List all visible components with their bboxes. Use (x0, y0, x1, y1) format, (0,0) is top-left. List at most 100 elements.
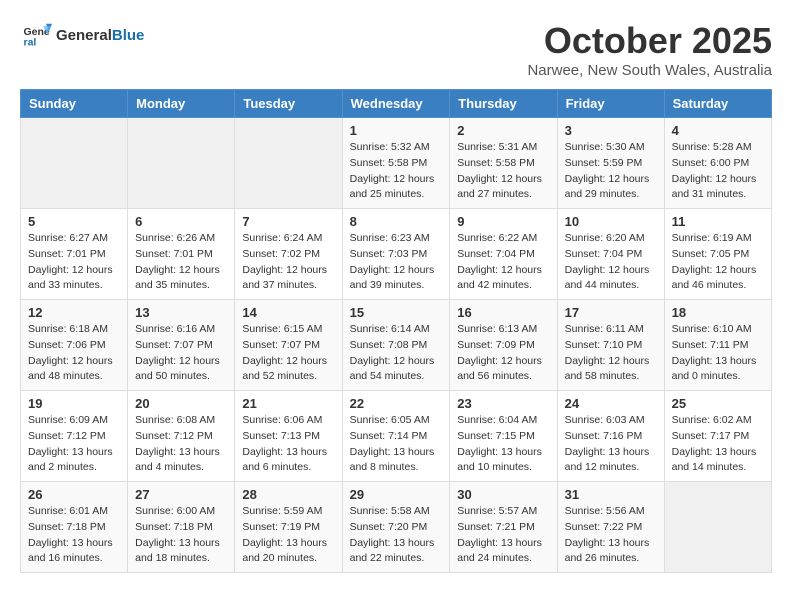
calendar-day-cell: 6 Sunrise: 6:26 AM Sunset: 7:01 PM Daylig… (128, 209, 235, 300)
day-number: 13 (135, 305, 227, 320)
day-info: Sunrise: 5:57 AM Sunset: 7:21 PM Dayligh… (457, 504, 549, 567)
calendar-day-cell: 18 Sunrise: 6:10 AM Sunset: 7:11 PM Dayli… (664, 300, 771, 391)
day-number: 25 (672, 396, 764, 411)
day-info: Sunrise: 6:18 AM Sunset: 7:06 PM Dayligh… (28, 322, 120, 385)
logo-icon: Gene ral (22, 20, 52, 50)
day-info: Sunrise: 5:32 AM Sunset: 5:58 PM Dayligh… (350, 140, 443, 203)
calendar-week-row: 12 Sunrise: 6:18 AM Sunset: 7:06 PM Dayli… (21, 300, 772, 391)
day-info: Sunrise: 6:15 AM Sunset: 7:07 PM Dayligh… (242, 322, 334, 385)
calendar-day-cell: 4Sunrise: 5:28 AM Sunset: 6:00 PM Daylig… (664, 118, 771, 209)
calendar-day-cell: 20Sunrise: 6:08 AM Sunset: 7:12 PM Dayli… (128, 391, 235, 482)
calendar-day-cell: 8 Sunrise: 6:23 AM Sunset: 7:03 PM Daylig… (342, 209, 450, 300)
calendar-week-row: 1 Sunrise: 5:32 AM Sunset: 5:58 PM Daylig… (21, 118, 772, 209)
day-of-week-header: Saturday (664, 90, 771, 118)
day-number: 31 (565, 487, 657, 502)
day-number: 3 (565, 123, 657, 138)
day-number: 11 (672, 214, 764, 229)
calendar-day-cell: 31 Sunrise: 5:56 AM Sunset: 7:22 PM Dayli… (557, 482, 664, 573)
day-number: 6 (135, 214, 227, 229)
day-number: 27 (135, 487, 227, 502)
day-info: Sunrise: 6:10 AM Sunset: 7:11 PM Dayligh… (672, 322, 764, 385)
day-number: 8 (350, 214, 443, 229)
calendar-day-cell (21, 118, 128, 209)
location-subtitle: Narwee, New South Wales, Australia (527, 62, 772, 79)
calendar-day-cell: 2 Sunrise: 5:31 AM Sunset: 5:58 PM Daylig… (450, 118, 557, 209)
day-number: 1 (350, 123, 443, 138)
calendar-day-cell (235, 118, 342, 209)
calendar-week-row: 19 Sunrise: 6:09 AM Sunset: 7:12 PM Dayli… (21, 391, 772, 482)
day-number: 24 (565, 396, 657, 411)
calendar-day-cell: 10Sunrise: 6:20 AM Sunset: 7:04 PM Dayli… (557, 209, 664, 300)
title-block: October 2025 Narwee, New South Wales, Au… (527, 20, 772, 79)
day-number: 14 (242, 305, 334, 320)
day-of-week-header: Friday (557, 90, 664, 118)
day-number: 16 (457, 305, 549, 320)
calendar-day-cell: 23Sunrise: 6:04 AM Sunset: 7:15 PM Dayli… (450, 391, 557, 482)
day-number: 21 (242, 396, 334, 411)
calendar-day-cell: 1 Sunrise: 5:32 AM Sunset: 5:58 PM Daylig… (342, 118, 450, 209)
calendar-day-cell: 30 Sunrise: 5:57 AM Sunset: 7:21 PM Dayli… (450, 482, 557, 573)
calendar-day-cell: 19 Sunrise: 6:09 AM Sunset: 7:12 PM Dayli… (21, 391, 128, 482)
calendar-day-cell: 15 Sunrise: 6:14 AM Sunset: 7:08 PM Dayli… (342, 300, 450, 391)
calendar-day-cell: 16 Sunrise: 6:13 AM Sunset: 7:09 PM Dayli… (450, 300, 557, 391)
day-number: 17 (565, 305, 657, 320)
day-info: Sunrise: 5:30 AM Sunset: 5:59 PM Dayligh… (565, 140, 657, 203)
page-header: Gene ral GeneralBlue October 2025 Narwee… (20, 20, 772, 79)
day-info: Sunrise: 6:27 AM Sunset: 7:01 PM Dayligh… (28, 231, 120, 294)
day-number: 12 (28, 305, 120, 320)
day-info: Sunrise: 6:23 AM Sunset: 7:03 PM Dayligh… (350, 231, 443, 294)
day-number: 20 (135, 396, 227, 411)
day-info: Sunrise: 6:26 AM Sunset: 7:01 PM Dayligh… (135, 231, 227, 294)
calendar-day-cell: 22 Sunrise: 6:05 AM Sunset: 7:14 PM Dayli… (342, 391, 450, 482)
day-of-week-header: Thursday (450, 90, 557, 118)
day-info: Sunrise: 6:22 AM Sunset: 7:04 PM Dayligh… (457, 231, 549, 294)
day-info: Sunrise: 5:31 AM Sunset: 5:58 PM Dayligh… (457, 140, 549, 203)
day-number: 30 (457, 487, 549, 502)
day-of-week-header: Sunday (21, 90, 128, 118)
day-of-week-header: Wednesday (342, 90, 450, 118)
day-info: Sunrise: 5:59 AM Sunset: 7:19 PM Dayligh… (242, 504, 334, 567)
day-info: Sunrise: 6:24 AM Sunset: 7:02 PM Dayligh… (242, 231, 334, 294)
day-info: Sunrise: 6:06 AM Sunset: 7:13 PM Dayligh… (242, 413, 334, 476)
calendar-day-cell: 9 Sunrise: 6:22 AM Sunset: 7:04 PM Daylig… (450, 209, 557, 300)
day-number: 22 (350, 396, 443, 411)
day-of-week-header: Tuesday (235, 90, 342, 118)
calendar-day-cell: 21 Sunrise: 6:06 AM Sunset: 7:13 PM Dayli… (235, 391, 342, 482)
day-info: Sunrise: 6:09 AM Sunset: 7:12 PM Dayligh… (28, 413, 120, 476)
day-info: Sunrise: 6:20 AM Sunset: 7:04 PM Dayligh… (565, 231, 657, 294)
svg-text:ral: ral (24, 37, 37, 49)
calendar-week-row: 5Sunrise: 6:27 AM Sunset: 7:01 PM Daylig… (21, 209, 772, 300)
day-info: Sunrise: 6:19 AM Sunset: 7:05 PM Dayligh… (672, 231, 764, 294)
day-info: Sunrise: 6:11 AM Sunset: 7:10 PM Dayligh… (565, 322, 657, 385)
calendar-day-cell: 27Sunrise: 6:00 AM Sunset: 7:18 PM Dayli… (128, 482, 235, 573)
calendar-day-cell (128, 118, 235, 209)
day-number: 18 (672, 305, 764, 320)
day-number: 28 (242, 487, 334, 502)
calendar-day-cell: 26Sunrise: 6:01 AM Sunset: 7:18 PM Dayli… (21, 482, 128, 573)
calendar-day-cell: 17 Sunrise: 6:11 AM Sunset: 7:10 PM Dayli… (557, 300, 664, 391)
day-info: Sunrise: 6:02 AM Sunset: 7:17 PM Dayligh… (672, 413, 764, 476)
day-info: Sunrise: 6:14 AM Sunset: 7:08 PM Dayligh… (350, 322, 443, 385)
calendar-day-cell: 24 Sunrise: 6:03 AM Sunset: 7:16 PM Dayli… (557, 391, 664, 482)
calendar-day-cell: 14 Sunrise: 6:15 AM Sunset: 7:07 PM Dayli… (235, 300, 342, 391)
day-of-week-header: Monday (128, 90, 235, 118)
day-info: Sunrise: 6:05 AM Sunset: 7:14 PM Dayligh… (350, 413, 443, 476)
logo: Gene ral GeneralBlue (20, 20, 144, 50)
day-info: Sunrise: 6:13 AM Sunset: 7:09 PM Dayligh… (457, 322, 549, 385)
day-number: 15 (350, 305, 443, 320)
day-info: Sunrise: 5:28 AM Sunset: 6:00 PM Dayligh… (672, 140, 764, 203)
day-info: Sunrise: 6:04 AM Sunset: 7:15 PM Dayligh… (457, 413, 549, 476)
day-info: Sunrise: 6:01 AM Sunset: 7:18 PM Dayligh… (28, 504, 120, 567)
day-info: Sunrise: 6:03 AM Sunset: 7:16 PM Dayligh… (565, 413, 657, 476)
day-number: 2 (457, 123, 549, 138)
calendar-day-cell: 12 Sunrise: 6:18 AM Sunset: 7:06 PM Dayli… (21, 300, 128, 391)
calendar-body: 1 Sunrise: 5:32 AM Sunset: 5:58 PM Daylig… (21, 118, 772, 573)
calendar-day-cell: 28 Sunrise: 5:59 AM Sunset: 7:19 PM Dayli… (235, 482, 342, 573)
day-number: 9 (457, 214, 549, 229)
calendar-table: SundayMondayTuesdayWednesdayThursdayFrid… (20, 89, 772, 573)
day-info: Sunrise: 5:56 AM Sunset: 7:22 PM Dayligh… (565, 504, 657, 567)
calendar-day-cell: 25 Sunrise: 6:02 AM Sunset: 7:17 PM Dayli… (664, 391, 771, 482)
day-number: 19 (28, 396, 120, 411)
month-title: October 2025 (527, 20, 772, 62)
calendar-day-cell: 3 Sunrise: 5:30 AM Sunset: 5:59 PM Daylig… (557, 118, 664, 209)
